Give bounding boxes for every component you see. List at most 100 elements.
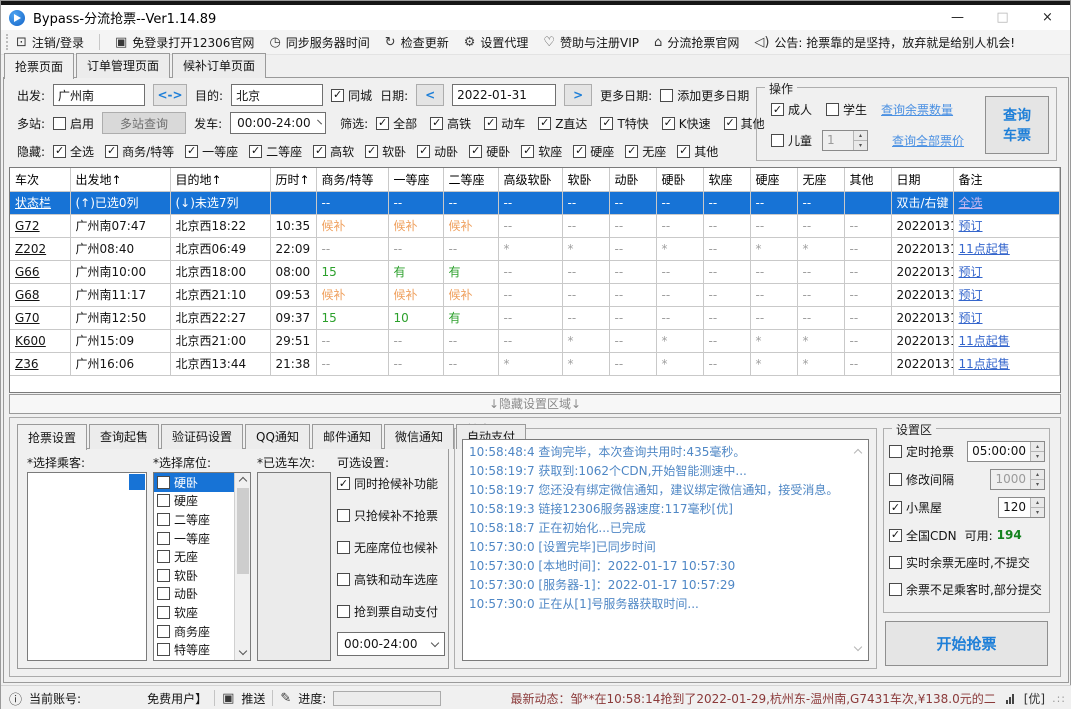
hide-checkbox-10[interactable]: 无座 (625, 143, 666, 160)
output-listbox[interactable]: 10:58:48:4 查询完毕，本次查询共用时:435毫秒。 10:58:19:7… (462, 439, 869, 661)
spin-up-icon[interactable]: ▴ (1031, 470, 1044, 479)
passenger-listbox[interactable] (27, 472, 147, 661)
filter-checkbox-4[interactable]: T特快 (600, 115, 649, 132)
column-header[interactable]: 无座 (797, 168, 845, 192)
train-row[interactable]: Z202 广州08:40 北京西06:49 22:09 -- -- -- * * -- * -- * * -… (10, 237, 1060, 261)
modify-interval-stepper[interactable]: 1000 ▴ ▾ (990, 469, 1045, 490)
bottom-tab-4[interactable]: 邮件通知 (311, 424, 382, 449)
hide-checkbox-3[interactable]: 二等座 (249, 143, 302, 160)
modify-interval-checkbox[interactable]: 修改间隔 (889, 471, 954, 488)
hide-checkbox-1[interactable]: 商务/特等 (105, 143, 174, 160)
train-number-link[interactable]: Z36 (10, 352, 71, 376)
grab-option-checkbox-3[interactable]: 高铁和动车选座 (337, 571, 438, 588)
seat-item-8[interactable]: 商务座 (154, 622, 234, 641)
seat-item-1[interactable]: 硬座 (154, 492, 234, 511)
hide-checkbox-7[interactable]: 硬卧 (469, 143, 510, 160)
train-number-link[interactable]: K600 (10, 329, 71, 353)
hide-checkbox-6[interactable]: 动卧 (417, 143, 458, 160)
grab-option-checkbox-1[interactable]: 只抢候补不抢票 (337, 507, 438, 524)
spin-down-icon[interactable]: ▾ (854, 140, 868, 150)
add-more-dates-checkbox[interactable]: 添加更多日期 (660, 87, 749, 104)
hide-checkbox-0[interactable]: 全选 (53, 143, 94, 160)
train-row[interactable]: G72 广州南07:47 北京西18:22 10:35 候补 候补 候补 -- -- -- -- --… (10, 214, 1060, 238)
booking-link[interactable]: 预订 (953, 260, 1060, 284)
toolbar-item-website[interactable]: ⌂ 分流抢票官网 (654, 34, 739, 51)
child-checkbox[interactable]: 儿童 (771, 132, 812, 149)
national-cdn-checkbox[interactable]: 全国CDN (889, 527, 957, 544)
toolbar-item-logout[interactable]: ⊡ 注销/登录 (16, 34, 84, 51)
scroll-thumb[interactable] (236, 488, 249, 574)
column-header[interactable]: 备注 (953, 168, 1060, 192)
swap-button[interactable]: <-> (153, 84, 188, 106)
booking-link[interactable]: 11点起售 (953, 352, 1060, 376)
query-price-link[interactable]: 查询全部票价 (892, 132, 964, 149)
toolbar-item-notice[interactable]: ◁) 公告: 抢票靠的是坚持，放弃就是给别人机会! (754, 34, 1015, 51)
status-row[interactable]: 状态栏 (↑)已选0列 (↓)未选7列 -- -- -- -- -- -- -- -- -- -- 双击/… (10, 191, 1060, 215)
query-remaining-link[interactable]: 查询余票数量 (881, 101, 953, 118)
train-number-link[interactable]: Z202 (10, 237, 71, 261)
to-input[interactable] (231, 84, 324, 106)
status-cell[interactable]: 全选 (953, 191, 1060, 215)
column-header[interactable]: 历时↑ (270, 168, 317, 192)
partial-submit-checkbox[interactable]: 余票不足乘客时,部分提交 (889, 581, 1042, 598)
booking-link[interactable]: 预订 (953, 283, 1060, 307)
toolbar-item-sync-time[interactable]: ◷ 同步服务器时间 (269, 34, 369, 51)
column-header[interactable]: 高级软卧 (498, 168, 563, 192)
hide-checkbox-2[interactable]: 一等座 (185, 143, 238, 160)
grab-option-checkbox-4[interactable]: 抢到票自动支付 (337, 603, 438, 620)
filter-checkbox-1[interactable]: 高铁 (430, 115, 471, 132)
seat-item-2[interactable]: 二等座 (154, 510, 234, 529)
seat-scrollbar[interactable] (234, 473, 250, 660)
main-tab-2[interactable]: 候补订单页面 (172, 53, 267, 78)
scroll-down-icon[interactable] (238, 646, 247, 656)
seat-listbox[interactable]: 硬卧 硬座 二等座 一等座 无座 软卧 动卧 软座 商务座 特等座 (153, 472, 251, 661)
no-seat-skip-checkbox[interactable]: 实时余票无座时,不提交 (889, 554, 1030, 571)
column-header[interactable]: 出发地↑ (70, 168, 171, 192)
filter-checkbox-0[interactable]: 全部 (376, 115, 417, 132)
timed-grab-checkbox[interactable]: 定时抢票 (889, 443, 954, 460)
passenger-scroll-thumb[interactable] (129, 474, 145, 490)
toolbar-item-vip[interactable]: ♡ 赞助与注册VIP (543, 34, 639, 51)
seat-item-9[interactable]: 特等座 (154, 640, 234, 659)
train-row[interactable]: Z36 广州16:06 北京西13:44 21:38 -- -- -- * * -- * -- * * --… (10, 352, 1060, 376)
booking-link[interactable]: 11点起售 (953, 329, 1060, 353)
bottom-tab-1[interactable]: 查询起售 (89, 424, 160, 449)
depart-time-select[interactable]: 00:00-24:00 (230, 112, 327, 134)
filter-checkbox-2[interactable]: 动车 (484, 115, 525, 132)
seat-item-0[interactable]: 硬卧 (154, 473, 234, 492)
column-header[interactable]: 软卧 (562, 168, 610, 192)
spin-down-icon[interactable]: ▾ (1031, 507, 1044, 517)
selected-trains-listbox[interactable] (257, 472, 331, 661)
prev-date-button[interactable]: < (416, 84, 445, 106)
close-button[interactable]: × (1025, 10, 1070, 25)
spin-up-icon[interactable]: ▴ (1031, 498, 1044, 507)
bottom-tab-0[interactable]: 抢票设置 (17, 424, 88, 450)
seat-item-6[interactable]: 动卧 (154, 585, 234, 604)
booking-link[interactable]: 预订 (953, 306, 1060, 330)
filter-checkbox-5[interactable]: K快速 (661, 115, 711, 132)
grab-option-checkbox-2[interactable]: 无座席位也候补 (337, 539, 438, 556)
spin-up-icon[interactable]: ▴ (854, 131, 868, 140)
bottom-tab-3[interactable]: QQ通知 (245, 424, 310, 449)
train-row[interactable]: G70 广州南12:50 北京西22:27 09:37 15 10 有 -- -- -- -- -- -… (10, 306, 1060, 330)
hide-checkbox-8[interactable]: 软座 (521, 143, 562, 160)
multi-enable-checkbox[interactable]: 启用 (53, 115, 94, 132)
timed-grab-stepper[interactable]: 05:00:00 ▴ ▾ (967, 441, 1045, 462)
multi-query-button[interactable]: 多站查询 (102, 112, 187, 134)
main-tab-0[interactable]: 抢票页面 (4, 53, 75, 79)
hide-checkbox-9[interactable]: 硬座 (573, 143, 614, 160)
column-header[interactable]: 硬卧 (656, 168, 704, 192)
bottom-tab-5[interactable]: 微信通知 (383, 424, 454, 449)
train-row[interactable]: K600 广州15:09 北京西21:00 29:51 -- -- -- -- * -- * -- * *… (10, 329, 1060, 353)
column-header[interactable]: 软座 (703, 168, 751, 192)
train-number-link[interactable]: G66 (10, 260, 71, 284)
spin-down-icon[interactable]: ▾ (1031, 479, 1044, 489)
train-row[interactable]: G66 广州南10:00 北京西18:00 08:00 15 有有 -- -- -- -- -- --… (10, 260, 1060, 284)
train-row[interactable]: G68 广州南11:17 北京西21:10 09:53 候补 候补 候补 -- -- -- -- --… (10, 283, 1060, 307)
scroll-up-icon[interactable] (238, 476, 247, 486)
hide-checkbox-11[interactable]: 其他 (677, 143, 718, 160)
seat-item-7[interactable]: 软座 (154, 603, 234, 622)
train-number-link[interactable]: G70 (10, 306, 71, 330)
filter-checkbox-3[interactable]: Z直达 (538, 115, 587, 132)
toolbar-item-open-12306[interactable]: ▣ 免登录打开12306官网 (115, 34, 254, 51)
